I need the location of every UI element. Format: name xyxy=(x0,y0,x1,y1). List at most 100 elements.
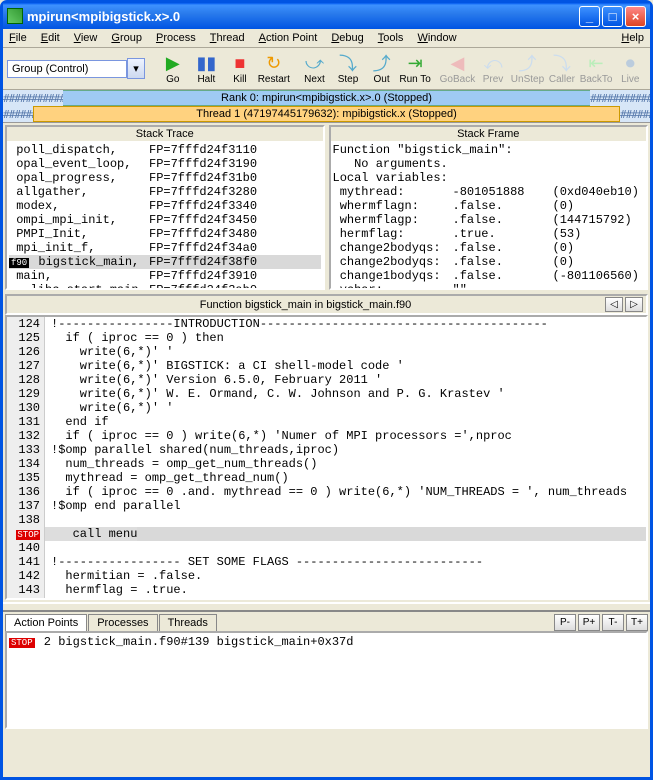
menu-tools[interactable]: Tools xyxy=(378,32,404,44)
titlebar[interactable]: mpirun<mpibigstick.x>.0 _ □ × xyxy=(3,3,650,29)
source-view[interactable]: 124!----------------INTRODUCTION--------… xyxy=(5,315,648,600)
go-button[interactable]: ▶Go xyxy=(157,50,189,87)
stack-trace-row[interactable]: __libc_start_main,FP=7fffd24f3ab0 xyxy=(9,283,321,288)
source-line[interactable]: 141!----------------- SET SOME FLAGS ---… xyxy=(7,555,646,569)
source-line[interactable]: 137!$omp end parallel xyxy=(7,499,646,513)
nav-next-button[interactable]: ▷ xyxy=(625,297,643,312)
backto-button[interactable]: ⇤BackTo xyxy=(580,50,613,87)
tab-threads[interactable]: Threads xyxy=(159,614,217,631)
source-line[interactable]: 125 if ( iproc == 0 ) then xyxy=(7,331,646,345)
source-line[interactable]: 142 hermitian = .false. xyxy=(7,569,646,583)
stack-trace-row[interactable]: ompi_mpi_init,FP=7fffd24f3450 xyxy=(9,213,321,227)
menu-file[interactable]: File xyxy=(9,32,27,44)
next-button[interactable]: ⤻Next xyxy=(299,50,331,87)
stack-trace-body[interactable]: poll_dispatch,FP=7fffd24f3110 opal_event… xyxy=(7,141,323,288)
source-line[interactable]: 127 write(6,*)' BIGSTICK: a CI shell-mod… xyxy=(7,359,646,373)
source-line[interactable]: 143 hermflag = .true. xyxy=(7,583,646,597)
nav-prev-button[interactable]: ◁ xyxy=(605,297,623,312)
source-line[interactable]: 129 write(6,*)' W. E. Ormand, C. W. John… xyxy=(7,387,646,401)
stack-frame-var[interactable]: mythread:-801051888(0xd040eb10) xyxy=(333,185,645,199)
menu-group[interactable]: Group xyxy=(111,32,142,44)
source-line[interactable]: 135 mythread = omp_get_thread_num() xyxy=(7,471,646,485)
restart-button[interactable]: ↻Restart xyxy=(258,50,290,87)
t-plus-button[interactable]: T+ xyxy=(626,614,648,631)
menu-action[interactable]: Action Point xyxy=(259,32,318,44)
t-minus-button[interactable]: T- xyxy=(602,614,624,631)
tab-processes[interactable]: Processes xyxy=(88,614,157,631)
main-window: mpirun<mpibigstick.x>.0 _ □ × File Edit … xyxy=(0,0,653,780)
stack-frame-var[interactable]: change2bodyqs:.false.(0) xyxy=(333,241,645,255)
runto-button[interactable]: ⇥Run To xyxy=(399,50,431,87)
action-points-body[interactable]: STOP 2 bigstick_main.f90#139 bigstick_ma… xyxy=(5,631,648,729)
source-line[interactable]: 138 xyxy=(7,513,646,527)
source-line[interactable]: 130 write(6,*)' ' xyxy=(7,401,646,415)
menu-view[interactable]: View xyxy=(74,32,98,44)
maximize-button[interactable]: □ xyxy=(602,6,623,27)
group-control-value[interactable]: Group (Control) xyxy=(7,60,127,78)
halt-button[interactable]: ▮▮Halt xyxy=(191,50,223,87)
source-line[interactable]: 144 whermflagp = .true. ! for protons xyxy=(7,597,646,600)
stack-trace-row[interactable]: allgather,FP=7fffd24f3280 xyxy=(9,185,321,199)
source-line[interactable]: 133!$omp parallel shared(num_threads,ipr… xyxy=(7,443,646,457)
splitter[interactable] xyxy=(3,602,650,612)
p-plus-button[interactable]: P+ xyxy=(578,614,600,631)
menu-debug[interactable]: Debug xyxy=(331,32,363,44)
step-button[interactable]: ⤵Step xyxy=(332,50,364,87)
stack-frame-panel: Stack Frame Function "bigstick_main": No… xyxy=(329,125,649,290)
menu-help[interactable]: Help xyxy=(621,32,644,44)
menubar: File Edit View Group Process Thread Acti… xyxy=(3,29,650,48)
menu-window[interactable]: Window xyxy=(417,32,456,44)
stack-frame-var[interactable]: ychar:"" xyxy=(333,283,645,288)
out-button[interactable]: ⤴Out xyxy=(366,50,398,87)
stack-trace-row[interactable]: opal_progress,FP=7fffd24f31b0 xyxy=(9,171,321,185)
live-button[interactable]: ⏺Live xyxy=(615,50,647,87)
stack-frame-var[interactable]: change1bodyqs:.false.(-801106560) xyxy=(333,269,645,283)
runto-icon: ⇥ xyxy=(404,52,426,74)
kill-button[interactable]: ■Kill xyxy=(224,50,256,87)
menu-process[interactable]: Process xyxy=(156,32,196,44)
tab-action-points[interactable]: Action Points xyxy=(5,614,87,631)
stack-frame-var[interactable]: whermflagn:.false.(0) xyxy=(333,199,645,213)
caller-button[interactable]: ⤵Caller xyxy=(546,50,578,87)
prev-icon: ⤺ xyxy=(482,52,504,74)
source-line[interactable]: STOP call menu xyxy=(7,527,646,541)
stack-trace-row[interactable]: PMPI_Init,FP=7fffd24f3480 xyxy=(9,227,321,241)
stack-trace-row[interactable]: poll_dispatch,FP=7fffd24f3110 xyxy=(9,143,321,157)
goback-button[interactable]: ◀GoBack xyxy=(440,50,476,87)
stack-frame-var[interactable]: whermflagp:.false.(144715792) xyxy=(333,213,645,227)
stack-frame-var[interactable]: hermflag:.true.(53) xyxy=(333,227,645,241)
stack-trace-row[interactable]: opal_event_loop,FP=7fffd24f3190 xyxy=(9,157,321,171)
app-icon xyxy=(7,8,23,24)
stack-frame-body[interactable]: Function "bigstick_main": No arguments.L… xyxy=(331,141,647,288)
source-line[interactable]: 128 write(6,*)' Version 6.5.0, February … xyxy=(7,373,646,387)
stack-trace-row[interactable]: mpi_init_f,FP=7fffd24f34a0 xyxy=(9,241,321,255)
menu-thread[interactable]: Thread xyxy=(210,32,245,44)
window-title: mpirun<mpibigstick.x>.0 xyxy=(27,9,579,24)
rank-bar: ################## Rank 0: mpirun<mpibig… xyxy=(3,90,650,106)
action-point-row[interactable]: 2 bigstick_main.f90#139 bigstick_main+0x… xyxy=(37,635,354,649)
restart-icon: ↻ xyxy=(263,52,285,74)
source-line[interactable]: 136 if ( iproc == 0 .and. mythread == 0 … xyxy=(7,485,646,499)
chevron-down-icon[interactable]: ▾ xyxy=(127,58,145,79)
source-line[interactable]: 124!----------------INTRODUCTION--------… xyxy=(7,317,646,331)
stack-trace-row[interactable]: main,FP=7fffd24f3910 xyxy=(9,269,321,283)
source-line[interactable]: 126 write(6,*)' ' xyxy=(7,345,646,359)
source-line[interactable]: 131 end if xyxy=(7,415,646,429)
stack-frame-var[interactable]: change2bodyqs:.false.(0) xyxy=(333,255,645,269)
source-line[interactable]: 134 num_threads = omp_get_num_threads() xyxy=(7,457,646,471)
prev-button[interactable]: ⤺Prev xyxy=(477,50,509,87)
stack-trace-row[interactable]: f90 bigstick_main,FP=7fffd24f38f0 xyxy=(9,255,321,269)
caller-icon: ⤵ xyxy=(551,52,573,74)
p-minus-button[interactable]: P- xyxy=(554,614,576,631)
minimize-button[interactable]: _ xyxy=(579,6,600,27)
next-icon: ⤻ xyxy=(303,52,325,74)
out-icon: ⤴ xyxy=(371,52,393,74)
group-control[interactable]: Group (Control) ▾ xyxy=(7,58,145,79)
goback-icon: ◀ xyxy=(446,52,468,74)
source-line[interactable]: 132 if ( iproc == 0 ) write(6,*) 'Numer … xyxy=(7,429,646,443)
source-line[interactable]: 140 xyxy=(7,541,646,555)
stack-trace-row[interactable]: modex,FP=7fffd24f3340 xyxy=(9,199,321,213)
close-button[interactable]: × xyxy=(625,6,646,27)
menu-edit[interactable]: Edit xyxy=(41,32,60,44)
unstep-button[interactable]: ⤴UnStep xyxy=(511,50,544,87)
